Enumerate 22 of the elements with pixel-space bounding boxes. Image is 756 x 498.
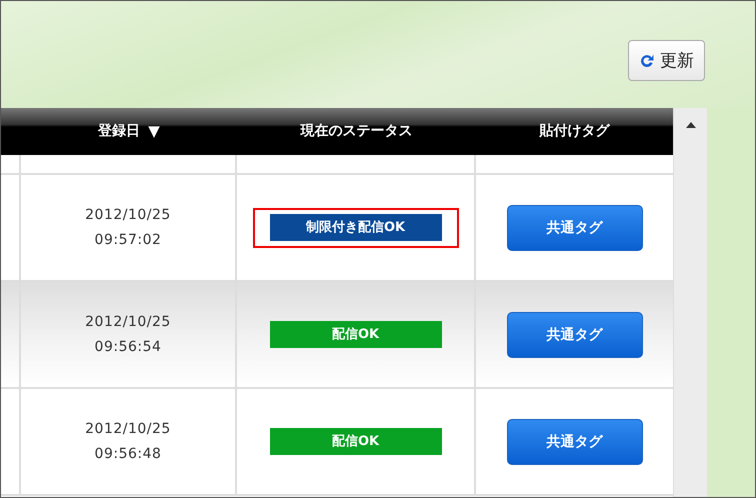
tag-button[interactable]: 共通タグ <box>506 312 642 358</box>
column-header: 貼付けタグ <box>540 122 610 140</box>
column-header[interactable]: 登録日 <box>98 122 140 140</box>
status-badge: 配信OK <box>270 320 442 348</box>
table-row[interactable]: 2012/10/25 09:56:54 配信OK 共通タグ <box>1 282 673 389</box>
tag-button[interactable]: 共通タグ <box>506 418 642 464</box>
tag-button[interactable]: 共通タグ <box>506 204 642 250</box>
date-text: 2012/10/25 <box>85 420 171 438</box>
column-header: 現在のステータス <box>300 122 412 140</box>
status-badge: 配信OK <box>270 428 442 454</box>
date-text: 2012/10/25 <box>85 206 171 224</box>
refresh-icon <box>639 52 656 69</box>
refresh-button[interactable]: 更新 <box>628 40 705 81</box>
status-badge: 制限付き配信OK <box>270 214 442 240</box>
table-row[interactable]: 2012/10/25 09:56:48 配信OK 共通タグ <box>1 389 673 496</box>
time-text: 09:56:48 <box>94 444 162 464</box>
scrollbar[interactable] <box>673 108 707 497</box>
time-text: 09:56:54 <box>94 338 162 356</box>
time-text: 09:57:02 <box>94 230 162 250</box>
scroll-up-icon[interactable] <box>686 122 696 128</box>
sort-indicator[interactable]: ▼ <box>148 122 160 140</box>
date-text: 2012/10/25 <box>85 312 171 332</box>
